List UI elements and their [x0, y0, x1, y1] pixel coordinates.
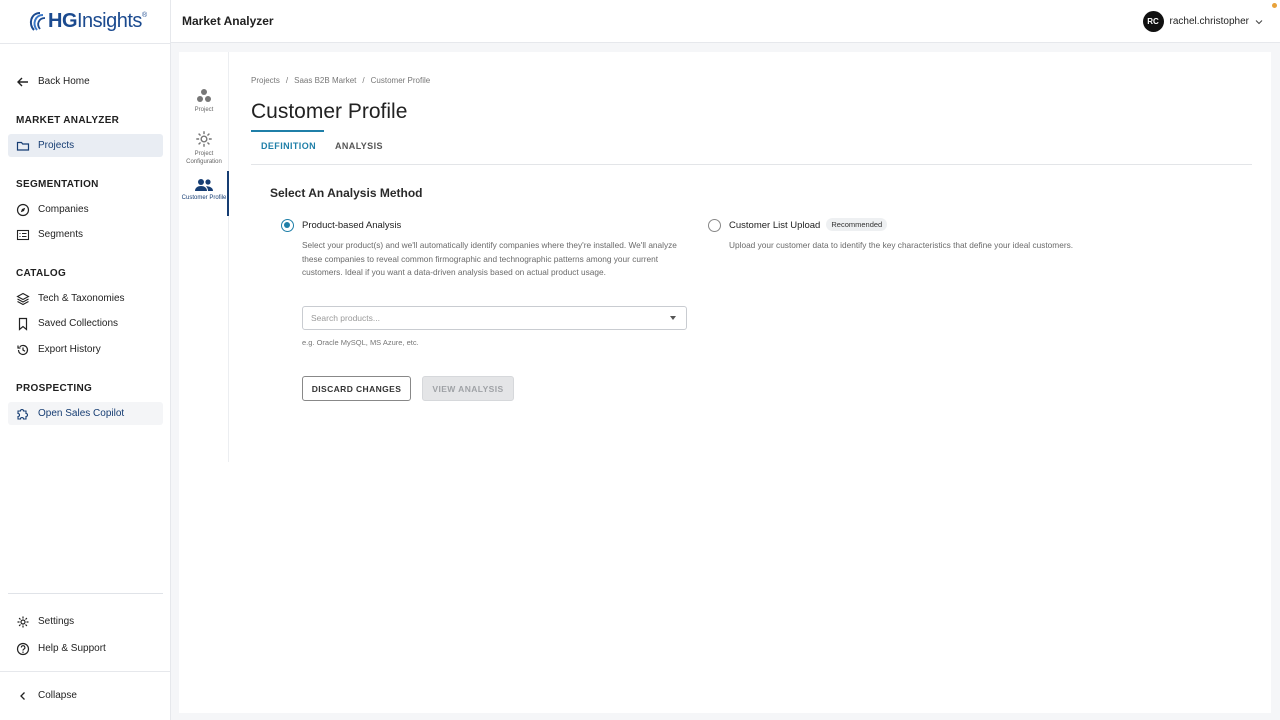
rail-active-indicator [227, 171, 229, 216]
sidebar-item-label: Segments [38, 229, 84, 240]
recommended-badge: Recommended [826, 218, 888, 231]
layers-icon [16, 292, 30, 305]
sidebar-item-projects[interactable]: Projects [8, 134, 163, 157]
project-icon [197, 89, 211, 102]
search-hint: e.g. Oracle MySQL, MS Azure, etc. [302, 338, 419, 347]
product-search-select[interactable] [302, 306, 687, 330]
sidebar-item-label: Companies [38, 204, 89, 215]
compass-icon [16, 203, 30, 216]
sidebar-item-label: Settings [38, 616, 75, 627]
sidebar-item-label: Tech & Taxonomies [38, 293, 125, 304]
discard-changes-button[interactable]: DISCARD CHANGES [302, 376, 411, 401]
arrow-left-icon [17, 77, 28, 86]
rail-item-project-configuration[interactable]: Project Configuration [179, 130, 229, 166]
section-heading-market-analyzer: MARKET ANALYZER [16, 115, 120, 126]
tab-analysis[interactable]: ANALYSIS [335, 141, 383, 151]
radio-product-based[interactable] [281, 219, 294, 232]
collapse-sidebar-button[interactable]: Collapse [8, 684, 163, 707]
history-icon [17, 344, 29, 355]
tab-bar: DEFINITION ANALYSIS [251, 130, 1252, 165]
sidebar-item-tech-taxonomies[interactable]: Tech & Taxonomies [8, 287, 163, 310]
breadcrumb-separator: / [285, 76, 289, 85]
option-description-product-based: Select your product(s) and we'll automat… [302, 240, 677, 277]
rail-label: Customer Profile [181, 195, 227, 201]
chevron-down-icon [1255, 19, 1263, 24]
breadcrumb-separator: / [362, 76, 365, 85]
back-home-label: Back Home [38, 76, 90, 87]
sidebar-divider [0, 43, 171, 44]
breadcrumb-link-projects[interactable]: Projects [251, 76, 280, 85]
sidebar-item-label: Saved Collections [38, 318, 119, 329]
help-circle-icon [16, 642, 30, 655]
people-icon [195, 179, 213, 191]
rail-label: Project [194, 107, 214, 113]
breadcrumb: Projects / Saas B2B Market / Customer Profil… [251, 76, 430, 85]
section-heading-catalog: CATALOG [16, 268, 67, 279]
collapse-label: Collapse [38, 690, 77, 701]
section-heading-segmentation: SEGMENTATION [16, 179, 99, 190]
sidebar-item-companies[interactable]: Companies [8, 198, 163, 221]
sidebar-divider [8, 593, 163, 594]
rail-item-project[interactable]: Project [179, 88, 229, 114]
logo-trademark: ® [141, 12, 148, 19]
user-name: rachel.christopher [1169, 16, 1249, 27]
page-title: Customer Profile [251, 100, 408, 123]
sidebar-item-label: Projects [38, 140, 75, 151]
active-tab-indicator [251, 130, 324, 132]
avatar: RC [1142, 11, 1164, 32]
sidebar-item-segments[interactable]: Segments [8, 223, 163, 246]
sidebar-item-label: Export History [38, 344, 101, 355]
radio-customer-list-upload[interactable] [708, 219, 721, 232]
option-description-customer-list: Upload your customer data to identify th… [729, 240, 1074, 250]
sidebar-item-help-support[interactable]: Help & Support [8, 637, 163, 660]
sidebar-item-export-history[interactable]: Export History [8, 338, 163, 361]
gear-icon [196, 131, 212, 147]
section-title: Select An Analysis Method [270, 186, 423, 200]
breadcrumb-current: Customer Profile [370, 76, 431, 85]
sidebar-item-open-sales-copilot[interactable]: Open Sales Copilot [8, 402, 163, 425]
rail-item-customer-profile[interactable]: Customer Profile [179, 178, 229, 202]
bookmark-icon [18, 317, 28, 331]
hg-insights-logo[interactable]: HGInsights ® [26, 9, 147, 33]
dropdown-caret-icon[interactable] [670, 316, 676, 320]
user-menu[interactable]: RC rachel.christopher [1142, 11, 1263, 32]
gear-icon [17, 616, 29, 627]
puzzle-icon [17, 408, 28, 420]
list-icon [16, 229, 30, 240]
option-label-customer-list[interactable]: Customer List Upload Recommended [729, 218, 888, 231]
rail-label: Project Configuration [186, 151, 222, 165]
top-bar: Market Analyzer RC rachel.christopher [171, 0, 1280, 43]
search-input[interactable] [303, 307, 643, 329]
app-title: Market Analyzer [182, 14, 274, 28]
logo-text: HGInsights [48, 9, 142, 32]
sidebar-item-label: Help & Support [38, 643, 106, 654]
view-analysis-button[interactable]: VIEW ANALYSIS [422, 376, 514, 401]
logo-globe-icon [29, 12, 46, 31]
notification-dot [1272, 3, 1277, 8]
step-rail: Project Project Configuration Customer P… [179, 52, 229, 462]
option-label-product-based[interactable]: Product-based Analysis [302, 220, 401, 231]
sidebar-item-saved-collections[interactable]: Saved Collections [8, 312, 163, 335]
back-home-link[interactable]: Back Home [8, 70, 163, 93]
section-heading-prospecting: PROSPECTING [16, 383, 93, 394]
folder-icon [16, 141, 30, 151]
sidebar-item-settings[interactable]: Settings [8, 610, 163, 633]
option-label-text: Customer List Upload [729, 220, 821, 231]
sidebar-divider [0, 671, 171, 672]
main-panel: Project Project Configuration Customer P… [179, 52, 1271, 713]
tab-definition[interactable]: DEFINITION [261, 141, 316, 151]
sidebar-item-label: Open Sales Copilot [38, 408, 125, 419]
chevron-left-icon [20, 691, 25, 700]
breadcrumb-link-market[interactable]: Saas B2B Market [294, 76, 356, 85]
sidebar: HGInsights ® Back Home MARKET ANALYZER P… [0, 0, 171, 720]
